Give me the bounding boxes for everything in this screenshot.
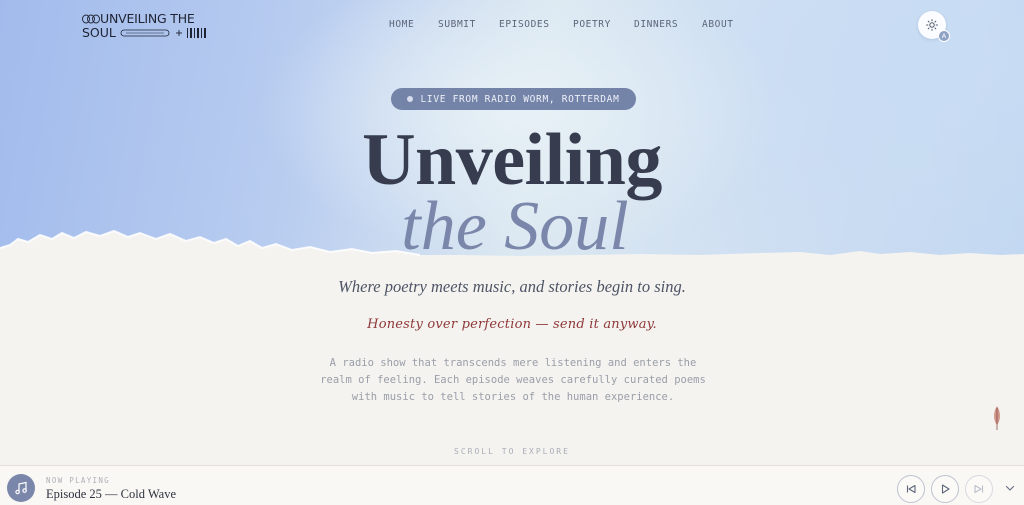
live-badge-label: LIVE FROM RADIO WORM, ROTTERDAM — [420, 93, 620, 105]
rings-icon — [82, 14, 100, 24]
sun-icon — [926, 19, 938, 31]
brand-line2: SOUL — [82, 25, 116, 40]
barcode-deco-icon — [120, 28, 206, 38]
hero-tagline: Where poetry meets music, and stories be… — [338, 277, 686, 296]
hero-title-line2: the Soul — [401, 188, 629, 265]
nav-submit[interactable]: SUBMIT — [438, 19, 476, 30]
nav-dinners[interactable]: DINNERS — [634, 19, 678, 30]
scroll-hint[interactable]: SCROLL TO EXPLORE — [0, 447, 1024, 456]
live-dot-icon — [407, 96, 414, 102]
play-icon — [941, 484, 950, 494]
theme-auto-badge: A — [938, 30, 950, 42]
live-badge: LIVE FROM RADIO WORM, ROTTERDAM — [391, 88, 636, 110]
nav-poetry[interactable]: POETRY — [573, 19, 611, 30]
player-artwork — [7, 474, 35, 502]
hero-description: A radio show that transcends mere listen… — [320, 357, 706, 403]
play-button[interactable] — [931, 475, 959, 503]
skip-next-icon — [974, 484, 984, 494]
audio-player-bar: NOW PLAYING Episode 25 — Cold Wave — [0, 465, 1024, 505]
brand-logo[interactable]: UNVEILING THE SOUL — [82, 11, 206, 40]
handwritten-note: Honesty over perfection — send it anyway… — [367, 317, 657, 332]
previous-button[interactable] — [897, 475, 925, 503]
nav-episodes[interactable]: EPISODES — [499, 19, 550, 30]
brand-line1: UNVEILING THE — [100, 11, 195, 26]
feather-icon — [994, 406, 1000, 430]
music-note-icon — [15, 481, 27, 495]
skip-previous-icon — [906, 484, 916, 494]
now-playing-label: NOW PLAYING — [46, 476, 110, 485]
next-button[interactable] — [965, 475, 993, 503]
nav-about[interactable]: ABOUT — [702, 19, 734, 30]
nav-home[interactable]: HOME — [389, 19, 414, 30]
now-playing-title: Episode 25 — Cold Wave — [46, 487, 176, 501]
chevron-down-icon[interactable] — [1004, 482, 1016, 494]
